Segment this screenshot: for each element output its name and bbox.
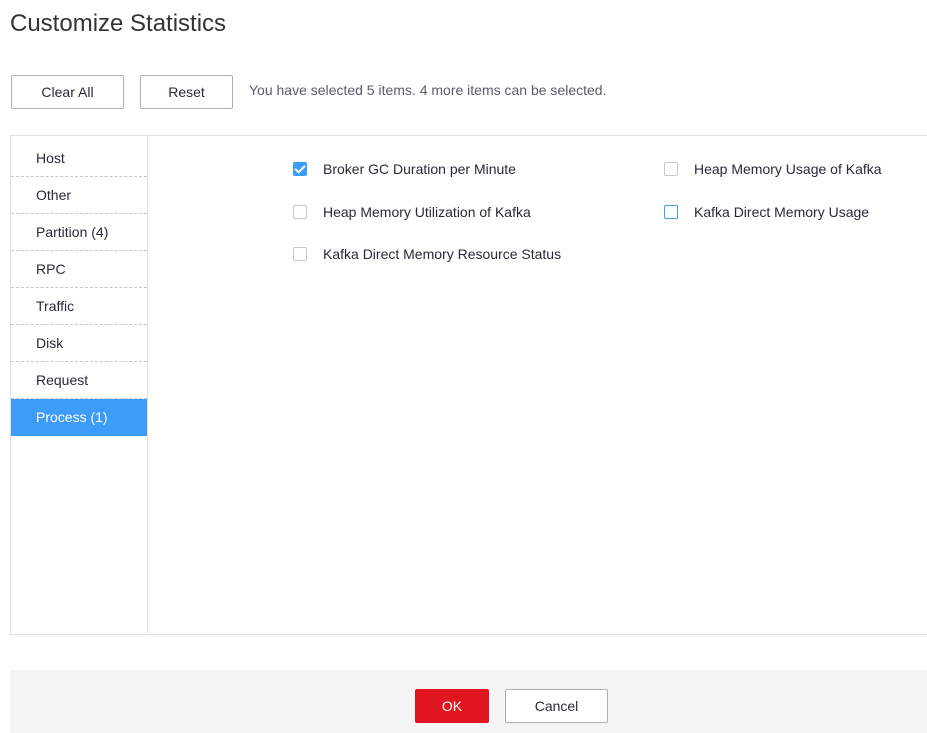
- selection-count-text: You have selected 5 items. 4 more items …: [249, 82, 607, 98]
- checkbox[interactable]: [293, 247, 307, 261]
- category-item-partition[interactable]: Partition (4): [11, 214, 147, 251]
- metric-label: Heap Memory Utilization of Kafka: [323, 204, 531, 220]
- category-item-process[interactable]: Process (1): [11, 399, 147, 436]
- category-label: RPC: [36, 261, 66, 277]
- category-item-host[interactable]: Host: [11, 140, 147, 177]
- category-label: Other: [36, 187, 72, 203]
- cancel-button[interactable]: Cancel: [505, 689, 608, 723]
- ok-button[interactable]: OK: [415, 689, 489, 723]
- checkbox[interactable]: [664, 162, 678, 176]
- category-sidebar: Host Other Partition (4) RPC Traffic Dis…: [11, 136, 148, 633]
- reset-button[interactable]: Reset: [140, 75, 233, 109]
- category-item-traffic[interactable]: Traffic: [11, 288, 147, 325]
- metric-label: Kafka Direct Memory Resource Status: [323, 246, 562, 262]
- metric-heap-memory-utilization[interactable]: Heap Memory Utilization of Kafka: [293, 204, 531, 220]
- category-label: Request: [36, 372, 89, 388]
- dialog-footer: OK Cancel: [10, 670, 927, 733]
- checkbox[interactable]: [664, 205, 678, 219]
- checkbox[interactable]: [293, 205, 307, 219]
- category-label: Process (1): [36, 409, 108, 425]
- metric-label: Kafka Direct Memory Usage: [694, 204, 870, 220]
- category-item-disk[interactable]: Disk: [11, 325, 147, 362]
- category-item-rpc[interactable]: RPC: [11, 251, 147, 288]
- checkbox-checked[interactable]: [293, 162, 307, 176]
- dialog-title: Customize Statistics: [10, 10, 227, 37]
- metric-label: Heap Memory Usage of Kafka: [694, 161, 882, 177]
- metric-label: Broker GC Duration per Minute: [323, 161, 516, 177]
- clear-all-button[interactable]: Clear All: [11, 75, 124, 109]
- category-label: Host: [36, 150, 65, 166]
- category-item-request[interactable]: Request: [11, 362, 147, 399]
- category-item-other[interactable]: Other: [11, 177, 147, 214]
- metric-direct-memory-usage[interactable]: Kafka Direct Memory Usage: [664, 204, 869, 220]
- metric-direct-memory-resource-status[interactable]: Kafka Direct Memory Resource Status: [293, 246, 561, 262]
- statistics-panel: Host Other Partition (4) RPC Traffic Dis…: [10, 135, 927, 635]
- metric-heap-memory-usage[interactable]: Heap Memory Usage of Kafka: [664, 161, 882, 177]
- category-label: Partition (4): [36, 224, 109, 240]
- metric-broker-gc-duration[interactable]: Broker GC Duration per Minute: [293, 161, 516, 177]
- category-label: Traffic: [36, 298, 75, 314]
- category-label: Disk: [36, 335, 64, 351]
